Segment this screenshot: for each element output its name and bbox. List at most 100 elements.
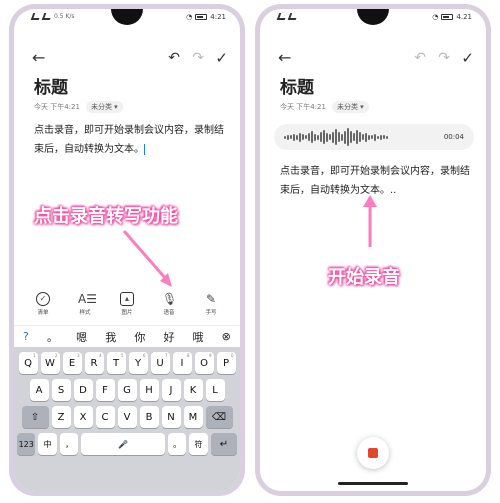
waveform-bar — [284, 135, 286, 139]
waveform-bar — [341, 133, 343, 141]
editor-toolbar: ← ↶ ↷ ✓ — [14, 47, 240, 69]
key-label: P — [222, 357, 230, 369]
signal-icon — [30, 13, 42, 20]
stop-recording-button[interactable] — [357, 437, 389, 469]
waveform-bar — [386, 135, 388, 139]
key-w[interactable]: 2W — [40, 352, 60, 374]
key-label: I — [180, 357, 184, 369]
shift-key[interactable]: ⇧ — [21, 406, 49, 428]
key-d[interactable]: D — [73, 379, 93, 401]
waveform-bar — [347, 128, 349, 146]
waveform-bar — [368, 134, 370, 140]
key-v[interactable]: V — [117, 406, 137, 428]
save-check-icon[interactable]: ✓ — [461, 47, 474, 69]
back-arrow-icon[interactable]: ← — [32, 47, 45, 69]
category-dropdown[interactable]: 未分类 ▾ — [85, 101, 123, 113]
key-e[interactable]: 3E — [62, 352, 82, 374]
waveform-bar — [323, 130, 325, 144]
key-o[interactable]: 9O — [194, 352, 214, 374]
key-b[interactable]: B — [139, 406, 159, 428]
key-a[interactable]: A — [29, 379, 49, 401]
callout-start-recording: 开始录音 — [328, 267, 400, 288]
key-z[interactable]: Z — [51, 406, 71, 428]
comma-key[interactable]: ， — [59, 433, 79, 455]
key-y[interactable]: 6Y — [128, 352, 148, 374]
tool-style[interactable]: A☰ 样式 — [68, 292, 102, 322]
candidate-item[interactable]: 好 — [163, 329, 174, 345]
recording-screen: ◔ 4.21 ← ↶ ↷ ✓ 标题 今天 下午4:21 未分类 ▾ 00:04 … — [260, 9, 486, 491]
waveform-bar — [311, 131, 313, 143]
key-row-3: ⇧ Z X C V B N M ⌫ — [17, 406, 237, 428]
backspace-key[interactable]: ⌫ — [205, 406, 233, 428]
save-check-icon[interactable]: ✓ — [215, 47, 228, 69]
key-f[interactable]: F — [95, 379, 115, 401]
category-dropdown[interactable]: 未分类 ▾ — [331, 101, 369, 113]
candidate-item[interactable]: 。 — [47, 329, 58, 345]
key-k[interactable]: K — [183, 379, 203, 401]
tool-label: 图片 — [121, 310, 133, 316]
key-row-2: A S D F G H J K L — [17, 379, 237, 401]
candidate-item[interactable]: 你 — [134, 329, 145, 345]
space-key[interactable]: 🎤 — [81, 433, 165, 455]
undo-icon[interactable]: ↶ — [414, 47, 426, 69]
battery-icon — [195, 14, 208, 20]
key-label: Y — [134, 357, 142, 369]
note-body[interactable]: 点击录音，即可开始录制会议内容，录制结束后，自动转换为文本。.. — [280, 162, 472, 200]
tool-bar: ✓ 清单 A☰ 样式 ▴ 图片 🎙 语音 ✎ 手写 — [14, 292, 240, 322]
key-m[interactable]: M — [183, 406, 203, 428]
candidate-item[interactable]: 我 — [105, 329, 116, 345]
tool-image[interactable]: ▴ 图片 — [110, 292, 144, 322]
note-title[interactable]: 标题 — [280, 73, 314, 98]
waveform-bar — [338, 132, 340, 142]
tool-label: 手写 — [205, 310, 217, 316]
note-body[interactable]: 点击录音，即可开始录制会议内容，录制结束后，自动转换为文本。 — [34, 121, 226, 159]
key-j[interactable]: J — [161, 379, 181, 401]
key-c[interactable]: C — [95, 406, 115, 428]
text-cursor — [144, 143, 145, 155]
key-s[interactable]: S — [51, 379, 71, 401]
back-arrow-icon[interactable]: ← — [278, 47, 291, 69]
tool-voice[interactable]: 🎙 语音 — [152, 292, 186, 322]
waveform-bar — [335, 129, 337, 145]
candidate-item[interactable]: ? — [23, 330, 29, 343]
tool-label: 样式 — [79, 310, 91, 316]
key-g[interactable]: G — [117, 379, 137, 401]
key-x[interactable]: X — [73, 406, 93, 428]
key-n[interactable]: N — [161, 406, 181, 428]
punct-key[interactable]: 。 — [167, 433, 187, 455]
key-label: R — [90, 357, 98, 369]
key-q[interactable]: 1Q — [18, 352, 38, 374]
key-u[interactable]: 7U — [150, 352, 170, 374]
enter-key[interactable]: ↵ — [210, 433, 237, 455]
gesture-bar — [338, 482, 408, 485]
key-t[interactable]: 5T — [106, 352, 126, 374]
redo-icon[interactable]: ↷ — [438, 47, 450, 69]
key-h[interactable]: H — [139, 379, 159, 401]
waveform-bar — [371, 135, 373, 139]
candidate-item[interactable]: 嗯 — [76, 329, 87, 345]
candidate-item[interactable]: 哦 — [193, 329, 204, 345]
keyboard: 1Q 2W 3E 4R 5T 6Y 7U 8I 9O 0P A S D F G … — [14, 347, 240, 491]
wifi-icon: ◔ — [186, 13, 193, 21]
pen-icon: ✎ — [205, 292, 217, 306]
waveform-bar — [374, 133, 376, 141]
checklist-icon: ✓ — [36, 292, 50, 306]
waveform-bar — [308, 133, 310, 141]
redo-icon[interactable]: ↷ — [192, 47, 204, 69]
undo-icon[interactable]: ↶ — [168, 47, 180, 69]
numbers-key[interactable]: 123 — [17, 433, 36, 455]
language-key[interactable]: 中 — [38, 433, 57, 455]
tool-checklist[interactable]: ✓ 清单 — [26, 292, 60, 322]
key-p[interactable]: 0P — [216, 352, 236, 374]
waveform-bar — [353, 133, 355, 141]
key-i[interactable]: 8I — [172, 352, 192, 374]
tool-handwrite[interactable]: ✎ 手写 — [194, 292, 228, 322]
status-bar: ◔ 4.21 — [260, 13, 486, 25]
collapse-keyboard-icon[interactable]: ⊗ — [222, 330, 231, 343]
waveform-bar — [356, 130, 358, 144]
symbol-key[interactable]: 符 — [189, 433, 208, 455]
key-r[interactable]: 4R — [84, 352, 104, 374]
key-l[interactable]: L — [205, 379, 225, 401]
note-title[interactable]: 标题 — [34, 73, 68, 98]
battery-icon — [441, 14, 454, 20]
